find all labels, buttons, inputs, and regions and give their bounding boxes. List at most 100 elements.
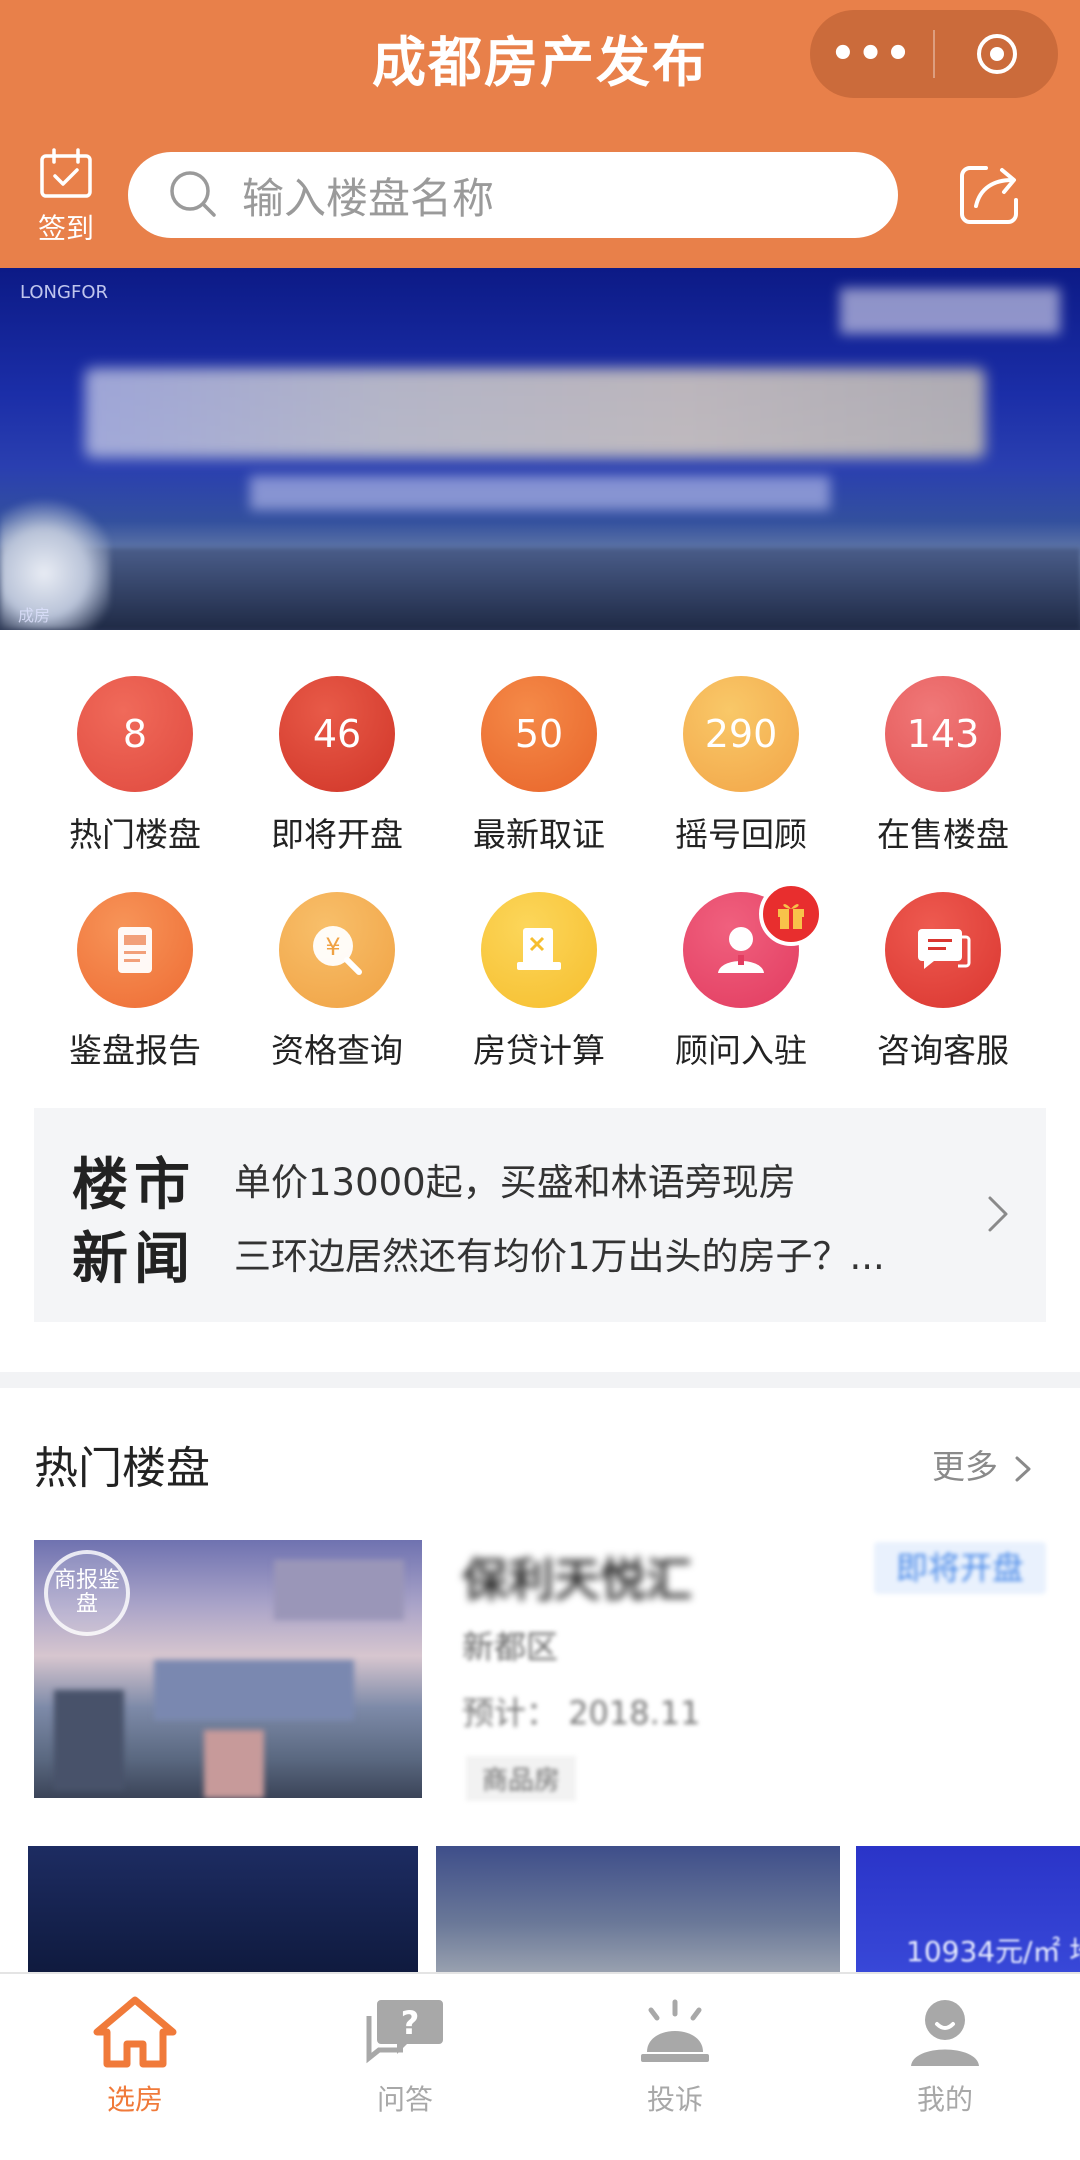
project-expected: 预计： 2018.11 [462, 1694, 701, 1732]
news-headline[interactable]: 单价13000起，买盛和林语旁现房 [234, 1152, 796, 1206]
services-grid: 鉴盘报告 ¥ 资格查询 房贷计算 顾问入驻 咨询客服 [34, 882, 1080, 1072]
stat-opening-soon[interactable]: 46 即将开盘 [236, 676, 438, 856]
chevron-right-icon [988, 1196, 1008, 1232]
chat-icon [918, 929, 971, 969]
mini-program-capsule: ••• [810, 10, 1058, 98]
service-label: 鉴盘报告 [69, 1031, 201, 1070]
banner-blurred-subline [250, 476, 830, 510]
service-badge [77, 892, 193, 1008]
news-headline[interactable]: 三环边居然还有均价1万出头的房子？... [234, 1226, 885, 1280]
house-icon [93, 1996, 177, 2068]
project-thumbnails: 10934元/㎡ 地铁 [0, 1846, 1080, 1974]
calendar-check-icon [40, 148, 92, 198]
banner-blurred-badge [840, 288, 1060, 334]
banner-blurred-headline [85, 368, 985, 458]
gift-badge [759, 882, 823, 946]
bottom-tab-bar: 选房 ? 问答 投诉 我的 [0, 1972, 1080, 2160]
project-cover-image[interactable]: 商报鉴盘 [34, 1540, 422, 1798]
project-type-tag: 商品房 [466, 1756, 577, 1801]
project-thumbnail[interactable]: 10934元/㎡ 地铁 [856, 1846, 1080, 1974]
stat-label: 最新取证 [473, 815, 605, 854]
stat-on-sale[interactable]: 143 在售楼盘 [842, 676, 1044, 856]
stat-label: 摇号回顾 [675, 815, 807, 854]
user-icon [911, 2000, 979, 2066]
image-mosaic [274, 1560, 404, 1620]
yuan-search-icon: ¥ [313, 926, 362, 975]
service-customer-support[interactable]: 咨询客服 [842, 892, 1044, 1072]
tab-select-house[interactable]: 选房 [0, 1974, 270, 2160]
project-status-badge: 即将开盘 [874, 1542, 1046, 1594]
service-mortgage-calculator[interactable]: 房贷计算 [438, 892, 640, 1072]
svg-text:?: ? [401, 2004, 420, 2042]
service-advisor[interactable]: 顾问入驻 [640, 882, 842, 1072]
news-tag-line1: 楼市 [72, 1153, 196, 1218]
stat-badge: 290 [683, 676, 799, 792]
close-mini-program-button[interactable] [935, 32, 1058, 76]
service-badge [683, 882, 823, 1008]
project-thumbnail[interactable] [436, 1846, 840, 1974]
chevron-right-icon [1015, 1456, 1030, 1481]
search-placeholder: 输入楼盘名称 [242, 173, 495, 223]
gift-icon [778, 904, 804, 929]
thumbnail-caption: 10934元/㎡ 地铁 [906, 1935, 1080, 1968]
market-news-card[interactable]: 楼市 新闻 单价13000起，买盛和林语旁现房 三环边居然还有均价1万出头的房子… [34, 1108, 1046, 1322]
service-badge [481, 892, 597, 1008]
tab-label: 选房 [106, 2083, 163, 2116]
tab-label: 问答 [376, 2083, 433, 2116]
share-button[interactable] [956, 160, 1024, 228]
project-district: 新都区 [462, 1628, 559, 1666]
alarm-bell-icon [641, 1999, 709, 2062]
project-thumbnail[interactable] [28, 1846, 418, 1974]
stat-badge: 143 [885, 676, 1001, 792]
search-icon [170, 171, 216, 217]
promo-banner[interactable]: LONGFOR 成房 [0, 268, 1080, 630]
service-label: 资格查询 [271, 1031, 403, 1070]
service-eligibility[interactable]: ¥ 资格查询 [236, 892, 438, 1072]
stat-badge: 46 [279, 676, 395, 792]
stat-latest-license[interactable]: 50 最新取证 [438, 676, 640, 856]
tab-label: 投诉 [646, 2083, 703, 2116]
tab-label: 我的 [916, 2083, 973, 2116]
stat-badge: 50 [481, 676, 597, 792]
service-label: 咨询客服 [877, 1031, 1009, 1070]
project-name: 保利天悦汇 [462, 1553, 692, 1607]
image-mosaic [154, 1660, 354, 1720]
stat-hot-projects[interactable]: 8 热门楼盘 [34, 676, 236, 856]
report-icon [118, 927, 152, 973]
stats-grid: 8 热门楼盘 46 即将开盘 50 最新取证 290 摇号回顾 143 在售楼盘 [34, 676, 1080, 856]
stat-label: 即将开盘 [271, 815, 403, 854]
stat-label: 在售楼盘 [877, 815, 1009, 854]
banner-logo: LONGFOR [20, 282, 108, 303]
stat-badge: 8 [77, 676, 193, 792]
news-tag-line2: 新闻 [72, 1227, 196, 1292]
banner-corner-tag: 成房 [18, 606, 51, 625]
image-mosaic [204, 1730, 264, 1798]
tab-qa[interactable]: ? 问答 [270, 1974, 540, 2160]
share-icon [960, 166, 1018, 224]
more-button[interactable]: 更多 [932, 1440, 1033, 1488]
target-icon [976, 34, 1017, 74]
service-badge [885, 892, 1001, 1008]
svg-text:¥: ¥ [325, 933, 340, 961]
qa-icon: ? [366, 2000, 443, 2064]
stat-lottery-review[interactable]: 290 摇号回顾 [640, 676, 842, 856]
calculator-icon [517, 928, 561, 970]
checkin-label: 签到 [37, 212, 94, 245]
service-report[interactable]: 鉴盘报告 [34, 892, 236, 1072]
banner-trees-image [0, 488, 110, 630]
more-menu-button[interactable]: ••• [810, 31, 933, 77]
tab-complaint[interactable]: 投诉 [540, 1974, 810, 2160]
image-mosaic [54, 1690, 124, 1790]
checkin-button[interactable]: 签到 [30, 148, 102, 247]
stat-label: 热门楼盘 [69, 815, 201, 854]
banner-skyline-image [0, 548, 1080, 630]
service-label: 顾问入驻 [675, 1031, 807, 1070]
hot-section-title: 热门楼盘 [34, 1443, 210, 1494]
report-badge: 商报鉴盘 [44, 1550, 130, 1636]
section-divider [0, 1372, 1080, 1388]
service-label: 房贷计算 [473, 1031, 605, 1070]
search-input[interactable]: 输入楼盘名称 [128, 152, 898, 238]
service-badge: ¥ [279, 892, 395, 1008]
top-bar: 成都房产发布 ••• 签到 输入楼盘名称 [0, 0, 1080, 268]
tab-mine[interactable]: 我的 [810, 1974, 1080, 2160]
